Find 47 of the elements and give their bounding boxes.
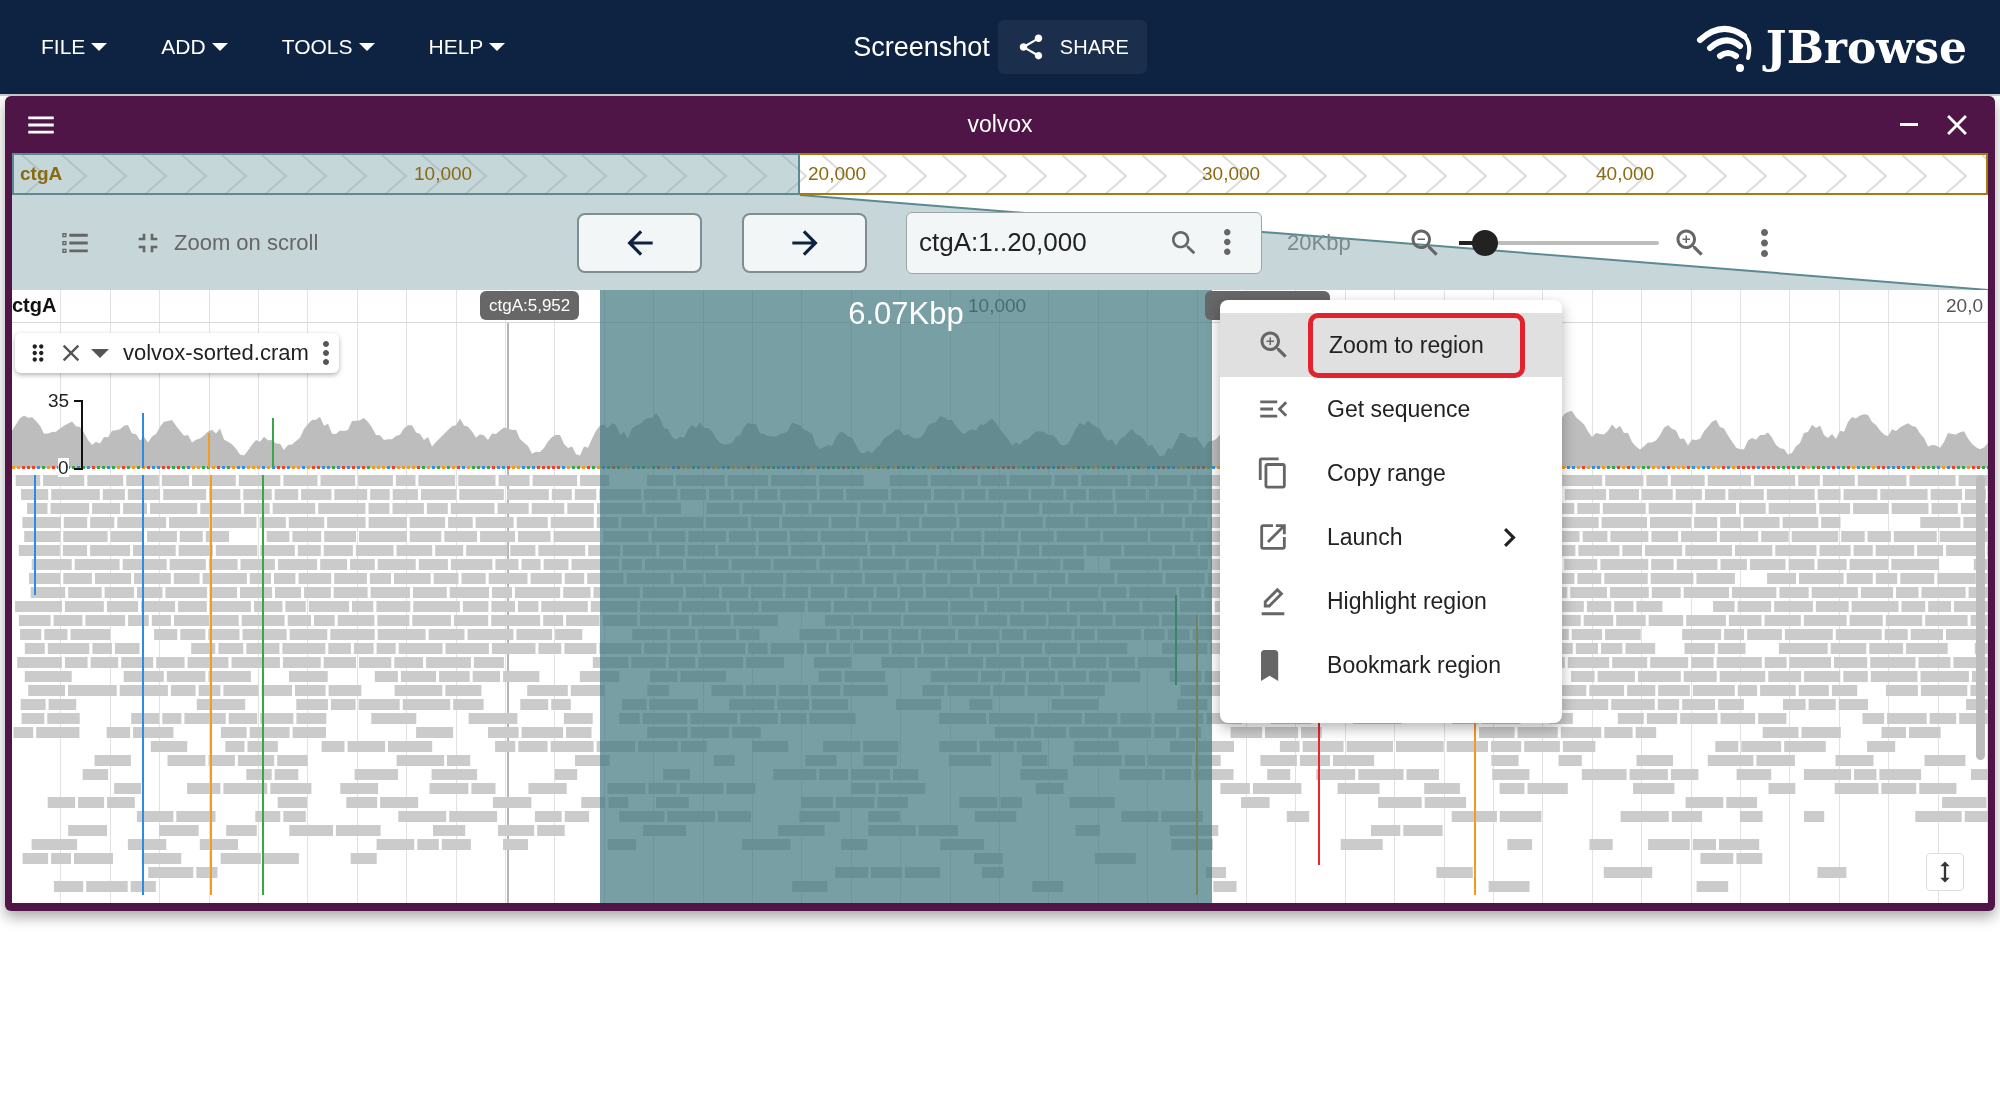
- menu-item[interactable]: Zoom to region: [1220, 313, 1562, 377]
- menu-item[interactable]: Highlight region: [1220, 569, 1562, 633]
- overview-tick-label: 10,000: [413, 162, 474, 186]
- ruler-tick-label: 20,0: [1946, 295, 1983, 317]
- overview-bar[interactable]: ctgA 10,000 20,000 30,000 40,000: [12, 153, 1988, 195]
- zoom-slider[interactable]: [1459, 229, 1659, 256]
- caret-icon: [489, 43, 506, 51]
- menu-button[interactable]: HELP: [414, 27, 520, 67]
- menu-item[interactable]: Bookmark region: [1220, 633, 1562, 697]
- contig-label: ctgA: [19, 162, 64, 186]
- more-icon[interactable]: [1224, 228, 1231, 255]
- more-icon[interactable]: [322, 341, 329, 365]
- axis-label: 0: [58, 458, 69, 477]
- scale-label: 20Kbp: [1287, 229, 1352, 256]
- back-button[interactable]: [577, 212, 702, 273]
- more-button[interactable]: [1761, 228, 1768, 257]
- menu-button[interactable]: TOOLS: [267, 27, 389, 67]
- menu-button[interactable]: FILE: [27, 27, 122, 67]
- track-height-button[interactable]: [1926, 853, 1964, 891]
- location-field[interactable]: ctgA:1..20,000: [906, 211, 1262, 274]
- axis-label: 35: [48, 390, 70, 412]
- caret-icon: [358, 43, 375, 51]
- scrollbar[interactable]: [1976, 475, 1985, 760]
- overview-tick-label: 30,000: [1201, 162, 1262, 186]
- position-tooltip: ctgA:5,952: [480, 291, 580, 320]
- overview-tick-label: 40,000: [1595, 162, 1656, 186]
- contig-label: ctgA: [12, 294, 57, 317]
- zoom-on-scroll-button[interactable]: Zoom on scroll: [132, 226, 332, 259]
- share-button[interactable]: SHARE: [997, 20, 1147, 74]
- caret-icon[interactable]: [91, 348, 109, 358]
- app-title: Screenshot: [853, 31, 990, 63]
- more-icon: [1761, 228, 1768, 257]
- coverage-axis: [74, 399, 84, 471]
- slider-thumb[interactable]: [1472, 229, 1498, 256]
- menu-item[interactable]: Get sequence: [1220, 377, 1562, 441]
- track-name: volvox-sorted.cram: [123, 340, 309, 366]
- menu-button[interactable]: ADD: [147, 27, 242, 67]
- minimize-icon: [1900, 123, 1918, 126]
- selection-size: 6.07Kbp: [848, 296, 964, 332]
- track-label[interactable]: volvox-sorted.cram: [15, 333, 339, 373]
- view-title: volvox: [967, 111, 1033, 138]
- caret-icon: [91, 43, 108, 51]
- menu-item[interactable]: Copy range: [1220, 441, 1562, 505]
- caret-icon: [211, 43, 228, 51]
- forward-button[interactable]: [742, 212, 867, 273]
- menu-item[interactable]: Launch: [1220, 505, 1562, 569]
- overview-tick-label: 20,000: [807, 162, 868, 186]
